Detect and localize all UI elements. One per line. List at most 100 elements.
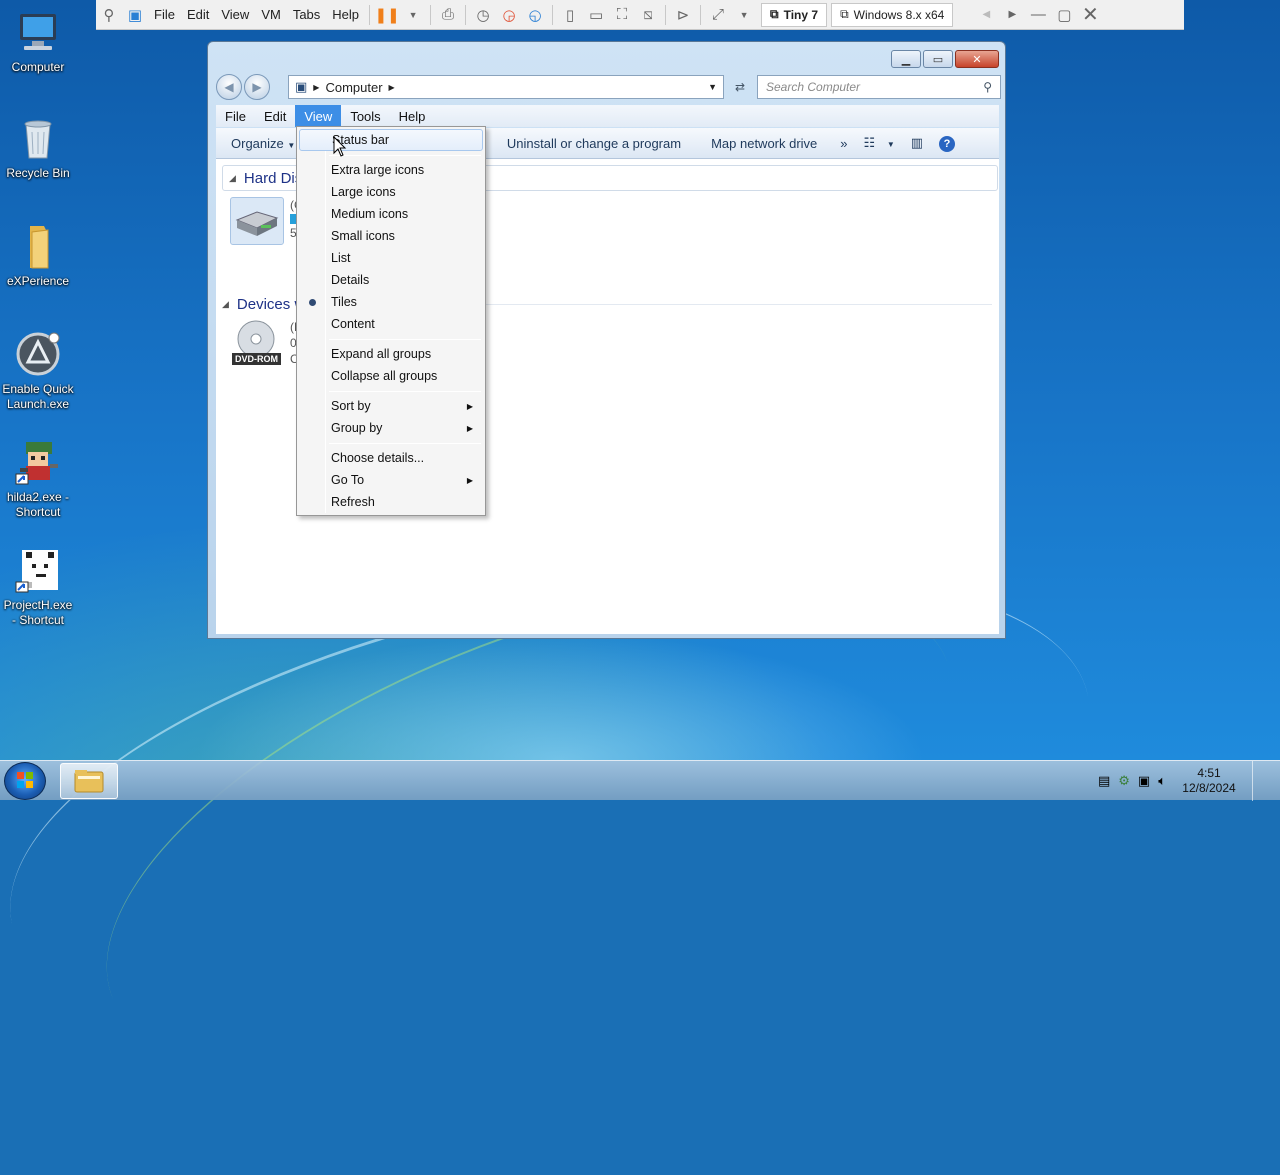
map-network-drive-button[interactable]: Map network drive [696,136,832,151]
refresh-button[interactable]: ⇄ [728,75,752,99]
action-center-icon[interactable]: ▤ [1098,773,1110,789]
menu-item-details[interactable]: Details [299,269,483,291]
more-commands-button[interactable]: » [832,136,855,151]
minimize-icon[interactable]: — [1025,0,1051,30]
taskbar-explorer-button[interactable] [60,763,118,799]
change-view-button[interactable]: ☷ ▼ [856,135,903,151]
thumbnail-bar-icon[interactable]: ▭ [583,0,609,30]
full-screen-icon[interactable]: ⤢ [705,0,731,30]
pause-icon[interactable]: ❚❚ [374,0,400,30]
maximize-icon[interactable]: ▢ [1051,0,1077,30]
menu-item-medium-icons[interactable]: Medium icons [299,203,483,225]
vm-menu-file[interactable]: File [148,0,181,30]
chevron-down-icon[interactable]: ▼ [400,0,426,30]
tab-scroll-right-icon[interactable]: ▶ [999,0,1025,30]
menu-item-extra-large-icons[interactable]: Extra large icons [299,159,483,181]
toolbar-separator [552,4,554,25]
desktop-icon-computer[interactable]: Computer [0,8,76,75]
menu-item-label: Group by [331,421,383,435]
chevron-down-icon: ▼ [287,140,296,150]
drive-tile-c[interactable]: (C 57 [230,197,303,245]
organize-label: Organize [231,135,284,151]
search-box[interactable]: Search Computer ⚲ [757,75,1001,99]
menu-item-tiles[interactable]: Tiles [299,291,483,313]
menu-item-label: Content [331,317,375,331]
breadcrumb-computer[interactable]: Computer [325,80,382,95]
desktop-icon-label: hilda2.exe - Shortcut [6,490,70,519]
menu-item-status-bar[interactable]: Status bar [299,129,483,151]
desktop-icon-experience[interactable]: eXPerience [0,222,76,289]
menu-file[interactable]: File [216,105,255,127]
system-tray: ▤ ⚙ ▣ 🔈︎ 4:51 12/8/2024 [1098,761,1280,801]
vm-menu-edit[interactable]: Edit [181,0,215,30]
collapse-group-icon: ◢ [229,172,236,183]
clock[interactable]: 4:51 12/8/2024 [1174,766,1244,796]
network-icon[interactable]: ▣ [1138,773,1150,789]
group-header-devices[interactable]: ◢ Devices w [222,291,305,317]
menu-item-small-icons[interactable]: Small icons [299,225,483,247]
snapshot-icon[interactable]: ◷ [470,0,496,30]
fit-guest-icon[interactable]: ⛶ [609,0,635,30]
preview-pane-button[interactable]: ▥ [903,135,931,151]
uninstall-program-button[interactable]: Uninstall or change a program [492,136,696,151]
vm-menu-tabs[interactable]: Tabs [287,0,326,30]
vm-menu-view[interactable]: View [215,0,255,30]
menu-item-list[interactable]: List [299,247,483,269]
volume-icon[interactable]: 🔈︎ [1158,773,1166,789]
desktop-icon-recycle-bin[interactable]: Recycle Bin [0,114,76,181]
back-button[interactable]: ◀ [216,74,242,100]
menu-view[interactable]: View [295,105,342,127]
start-button[interactable] [4,762,46,800]
menu-item-label: Details [331,273,370,287]
menu-item-choose-details[interactable]: Choose details... [299,447,483,469]
menu-item-group-by[interactable]: Group by ▶ [299,417,483,439]
snapshot-manager-icon[interactable]: ◵ [522,0,548,30]
close-icon[interactable]: ✕ [1077,0,1103,30]
menu-help[interactable]: Help [390,105,435,127]
sidebar-toggle-icon[interactable]: ▯ [557,0,583,30]
desktop-icon-enable-quick-launch[interactable]: Enable Quick Launch.exe [0,330,76,412]
desktop-icon-label: Enable Quick Launch.exe [2,382,74,411]
vmware-tools-icon[interactable]: ⚙ [1118,773,1130,789]
menu-item-refresh[interactable]: Refresh [299,491,483,513]
menu-item-large-icons[interactable]: Large icons [299,181,483,203]
menu-tools[interactable]: Tools [341,105,389,127]
vm-menu-vm[interactable]: VM [255,0,287,30]
pin-icon[interactable]: ⚲ [96,0,122,30]
navigation-bar: ◀ ▶ ▣ ▶ Computer ▶ ▼ ⇄ Search Computer ⚲ [216,72,1001,102]
folder-icon [74,770,104,793]
menu-separator [329,391,481,392]
view-options-icon: ☷ [863,135,876,150]
menu-item-collapse-all-groups[interactable]: Collapse all groups [299,365,483,387]
desktop-icon-projecth[interactable]: ProjectH.exe - Shortcut [0,546,76,628]
vm-tab-tiny7[interactable]: ⧉ Tiny 7 [761,2,828,27]
desktop-icon-hilda2[interactable]: hilda2.exe - Shortcut [0,438,76,520]
vm-menu-help[interactable]: Help [326,0,365,30]
help-button[interactable]: ? [931,135,963,152]
menu-item-sort-by[interactable]: Sort by ▶ [299,395,483,417]
menu-edit[interactable]: Edit [255,105,295,127]
forward-button[interactable]: ▶ [244,74,270,100]
menu-item-expand-all-groups[interactable]: Expand all groups [299,343,483,365]
address-bar[interactable]: ▣ ▶ Computer ▶ ▼ [288,75,724,99]
minimize-button[interactable]: ▁ [891,50,921,68]
windows-logo-icon [17,772,33,788]
pixel-cat-icon [14,546,62,594]
maximize-button[interactable]: ▭ [923,50,953,68]
menu-item-content[interactable]: Content [299,313,483,335]
address-dropdown-icon[interactable]: ▼ [708,82,717,92]
radio-selected-icon [309,298,316,306]
console-icon[interactable]: ⊳ [670,0,696,30]
tab-scroll-left-icon[interactable]: ◀ [973,0,999,30]
unity-icon[interactable]: ⧅ [635,0,661,30]
menu-item-go-to[interactable]: Go To ▶ [299,469,483,491]
close-button[interactable]: ✕ [955,50,999,68]
show-desktop-button[interactable] [1252,761,1266,801]
search-input[interactable]: Search Computer [766,80,860,94]
drive-tile-d[interactable]: DVD-ROM (D 0 CI [230,319,303,369]
revert-snapshot-icon[interactable]: ◶ [496,0,522,30]
vm-tab-windows8[interactable]: ⧉ Windows 8.x x64 [831,2,954,27]
chevron-down-icon[interactable]: ▼ [731,0,757,30]
send-keys-icon[interactable]: ⎙ [435,0,461,30]
back-arrow-icon: ◀ [224,80,234,94]
